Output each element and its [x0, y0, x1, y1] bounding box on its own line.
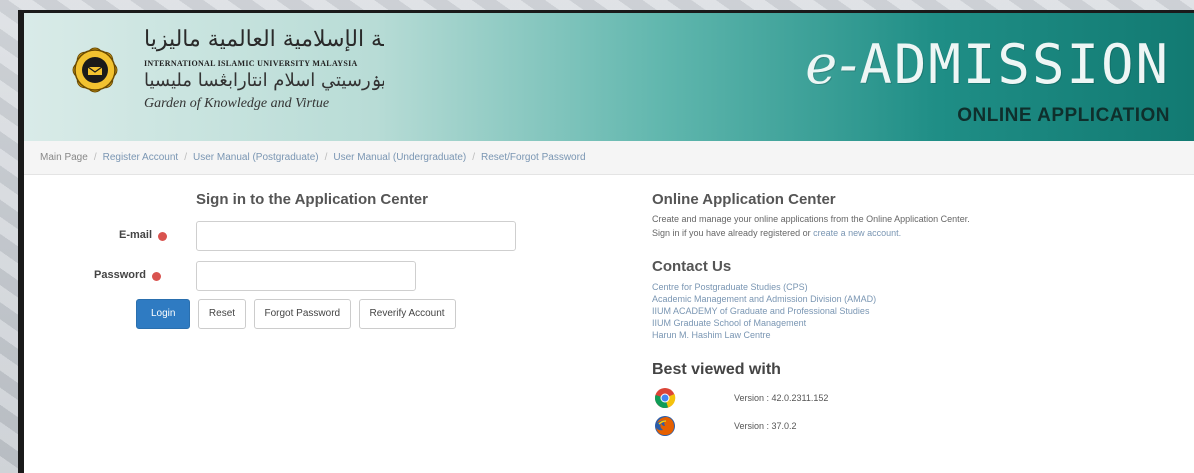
chrome-version: Version : 42.0.2311.152	[734, 393, 829, 403]
required-indicator-icon	[152, 272, 161, 281]
nav-separator: /	[472, 152, 476, 163]
contact-link-amad[interactable]: Academic Management and Admission Divisi…	[652, 293, 1192, 305]
reverify-account-button[interactable]: Reverify Account	[358, 299, 456, 329]
reset-button[interactable]: Reset	[197, 299, 247, 329]
contact-link-cps[interactable]: Centre for Postgraduate Studies (CPS)	[652, 281, 1192, 293]
nav-user-manual-postgraduate[interactable]: User Manual (Postgraduate)	[193, 152, 319, 163]
app-subtitle: ONLINE APPLICATION	[957, 105, 1170, 126]
online-center-title: Online Application Center	[652, 191, 836, 208]
university-english-name: INTERNATIONAL ISLAMIC UNIVERSITY MALAYSI…	[144, 59, 358, 68]
nav-separator: /	[93, 152, 97, 163]
app-title-main: ADMISSION	[859, 33, 1170, 96]
university-name-block: الجامعة الإسلامية العالمية ماليزيا INTER…	[144, 27, 384, 112]
signin-buttons: Login Reset Forgot Password Reverify Acc…	[136, 299, 459, 329]
password-label: Password	[94, 269, 146, 281]
header-banner: الجامعة الإسلامية العالمية ماليزيا INTER…	[24, 13, 1194, 141]
email-row: E-mail	[24, 221, 584, 253]
contact-link-gsm[interactable]: IIUM Graduate School of Management	[652, 317, 1192, 329]
university-jawi-name: اونيۏرسيتي اسلام انتارابڠسا مليسيا	[144, 70, 384, 91]
app-title-prefix: e-	[805, 33, 860, 96]
contact-link-law-centre[interactable]: Harun M. Hashim Law Centre	[652, 329, 1192, 341]
email-label: E-mail	[118, 229, 152, 241]
create-account-link[interactable]: create a new account.	[813, 228, 901, 238]
required-indicator-icon	[158, 232, 167, 241]
info-panel: Online Application Center Create and man…	[652, 181, 1192, 439]
nav-user-manual-undergraduate[interactable]: User Manual (Undergraduate)	[333, 152, 466, 163]
online-center-line1: Create and manage your online applicatio…	[652, 214, 970, 224]
password-row: Password	[24, 261, 584, 293]
online-center-line2: Sign in if you have already registered o…	[652, 226, 1192, 240]
breadcrumb-nav: Main Page / Register Account / User Manual (…	[24, 141, 1194, 175]
contact-link-iium-academy[interactable]: IIUM ACADEMY of Graduate and Professiona…	[652, 305, 1192, 317]
online-center-line2-text: Sign in if you have already registered o…	[652, 228, 814, 238]
nav-separator: /	[324, 152, 328, 163]
forgot-password-button[interactable]: Forgot Password	[253, 299, 352, 329]
nav-main-page[interactable]: Main Page	[40, 152, 88, 163]
chrome-icon	[655, 388, 676, 408]
email-field[interactable]	[196, 221, 516, 251]
firefox-version: Version : 37.0.2	[734, 421, 797, 431]
app-title: e-ADMISSION	[805, 33, 1170, 96]
contact-title: Contact Us	[652, 258, 732, 275]
nav-reset-forgot-password[interactable]: Reset/Forgot Password	[481, 152, 586, 163]
browser-row-firefox: Version : 37.0.2	[652, 415, 1192, 439]
login-button[interactable]: Login	[136, 299, 191, 329]
browser-row-chrome: Version : 42.0.2311.152	[652, 387, 1192, 411]
contact-list: Centre for Postgraduate Studies (CPS) Ac…	[652, 281, 1192, 341]
best-viewed-title: Best viewed with	[652, 361, 781, 378]
password-field[interactable]	[196, 261, 416, 291]
university-emblem-icon	[72, 47, 118, 93]
firefox-icon	[655, 416, 675, 436]
nav-separator: /	[184, 152, 187, 163]
signin-heading: Sign in to the Application Center	[196, 191, 428, 208]
page-container: الجامعة الإسلامية العالمية ماليزيا INTER…	[18, 10, 1194, 473]
university-arabic-name: الجامعة الإسلامية العالمية ماليزيا	[144, 27, 384, 52]
nav-register-account[interactable]: Register Account	[103, 152, 179, 163]
university-tagline: Garden of Knowledge and Virtue	[144, 96, 330, 111]
